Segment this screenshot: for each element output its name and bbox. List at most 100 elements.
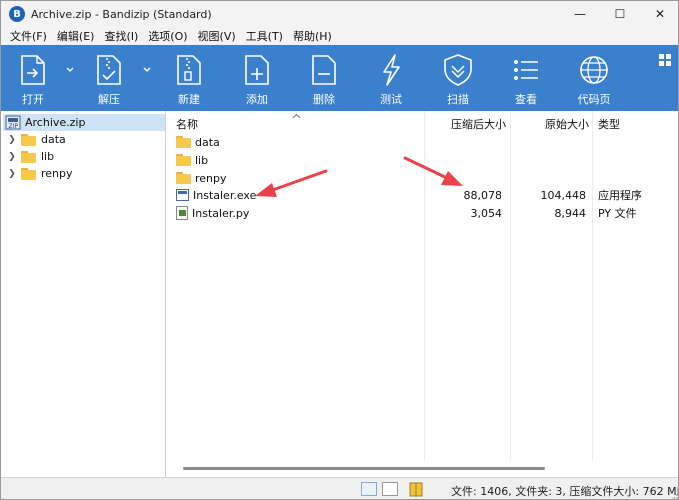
column-header-original[interactable]: 原始大小 <box>511 114 589 134</box>
codepage-icon <box>578 53 610 87</box>
title-bar: B Archive.zip - Bandizip (Standard) — ☐ … <box>1 1 678 27</box>
menu-file[interactable]: 文件(F) <box>5 28 52 44</box>
add-icon <box>242 53 272 87</box>
file-type <box>598 133 678 151</box>
toolbar: 打开 解压 新建 添加 删除 测试 扫描 查看 代码页 <box>1 45 678 111</box>
folder-icon <box>176 154 191 166</box>
open-label: 打开 <box>22 93 44 106</box>
compressed-size <box>425 169 502 187</box>
chevron-right-icon[interactable]: ❯ <box>7 135 17 145</box>
details-view-icon[interactable] <box>361 482 377 496</box>
column-header-original-label: 原始大小 <box>545 118 589 131</box>
tree-item-lib[interactable]: ❯ lib <box>1 148 54 165</box>
table-row[interactable]: Instaler.py 3,054 8,944 PY 文件 <box>171 204 678 222</box>
table-row[interactable]: lib <box>171 151 678 169</box>
new-archive-icon <box>174 53 204 87</box>
open-button[interactable]: 打开 <box>11 45 55 111</box>
view-label: 查看 <box>515 93 537 106</box>
original-size: 8,944 <box>554 206 587 220</box>
extract-icon <box>94 53 124 87</box>
new-archive-label: 新建 <box>178 93 200 106</box>
menu-find[interactable]: 查找(I) <box>99 28 143 44</box>
original-size <box>511 151 586 169</box>
status-text: 文件: 1406, 文件夹: 3, 压缩文件大小: 762 MB <box>451 485 679 498</box>
column-header-name-label: 名称 <box>176 118 198 131</box>
menu-tools[interactable]: 工具(T) <box>241 28 288 44</box>
folder-icon <box>21 133 36 146</box>
file-type <box>598 169 678 187</box>
file-name: renpy <box>195 171 227 185</box>
folder-icon <box>21 167 36 180</box>
codepage-button[interactable]: 代码页 <box>570 45 618 111</box>
scrollbar-thumb[interactable] <box>183 467 545 470</box>
tree-root-label: Archive.zip <box>25 116 86 129</box>
file-name: lib <box>195 153 209 167</box>
scan-icon <box>441 53 475 87</box>
close-button[interactable]: ✕ <box>640 1 678 27</box>
chevron-right-icon[interactable]: ❯ <box>7 169 17 179</box>
column-header-compressed-label: 压缩后大小 <box>451 118 506 131</box>
compressed-size: 88,078 <box>463 188 503 202</box>
file-name: Instaler.py <box>192 206 250 220</box>
delete-button[interactable]: 删除 <box>302 45 346 111</box>
archive-info-icon[interactable] <box>409 482 423 497</box>
tree-item-label: renpy <box>41 167 73 180</box>
bandizip-logo-icon: B <box>9 6 25 22</box>
chevron-right-icon[interactable]: ❯ <box>7 152 17 162</box>
tree-item-label: data <box>41 133 66 146</box>
view-icon <box>511 53 541 87</box>
open-icon <box>18 53 48 87</box>
delete-label: 删除 <box>313 93 335 106</box>
new-archive-button[interactable]: 新建 <box>167 45 211 111</box>
menu-view[interactable]: 视图(V) <box>193 28 241 44</box>
status-bar: 文件: 1406, 文件夹: 3, 压缩文件大小: 762 MB <box>1 477 679 499</box>
file-type: PY 文件 <box>598 207 637 220</box>
table-row[interactable]: renpy <box>171 169 678 187</box>
tree-root-archive[interactable]: ZIP Archive.zip <box>3 114 165 131</box>
file-name: data <box>195 135 220 149</box>
svg-text:ZIP: ZIP <box>9 123 19 130</box>
column-header-type[interactable]: 类型 <box>598 114 678 134</box>
maximize-button[interactable]: ☐ <box>600 1 640 27</box>
sort-ascending-icon <box>292 113 301 119</box>
extract-dropdown-icon[interactable] <box>142 65 152 75</box>
folder-icon <box>21 150 36 163</box>
menu-help[interactable]: 帮助(H) <box>288 28 337 44</box>
compressed-size <box>425 133 502 151</box>
view-button[interactable]: 查看 <box>504 45 548 111</box>
horizontal-scrollbar[interactable] <box>171 461 678 477</box>
scan-button[interactable]: 扫描 <box>436 45 480 111</box>
tree-item-renpy[interactable]: ❯ renpy <box>1 165 73 182</box>
delete-icon <box>309 53 339 87</box>
test-icon <box>376 53 406 87</box>
bandizip-window: B Archive.zip - Bandizip (Standard) — ☐ … <box>0 0 679 500</box>
menu-bar: 文件(F) 编辑(E) 查找(I) 选项(O) 视图(V) 工具(T) 帮助(H… <box>1 27 678 45</box>
original-size <box>511 133 586 151</box>
compressed-size: 3,054 <box>470 206 503 220</box>
open-dropdown-icon[interactable] <box>65 65 75 75</box>
extract-label: 解压 <box>98 93 120 106</box>
list-view-icon[interactable] <box>382 482 398 496</box>
add-button[interactable]: 添加 <box>235 45 279 111</box>
menu-edit[interactable]: 编辑(E) <box>52 28 100 44</box>
toolbar-settings-icon[interactable] <box>658 53 672 67</box>
resize-grip-icon[interactable] <box>670 491 678 499</box>
file-type: 应用程序 <box>598 189 642 202</box>
test-button[interactable]: 测试 <box>369 45 413 111</box>
table-row[interactable]: Instaler.exe 88,078 104,448 应用程序 <box>171 186 678 204</box>
original-size: 104,448 <box>540 188 587 202</box>
minimize-button[interactable]: — <box>560 1 600 27</box>
test-label: 测试 <box>380 93 402 106</box>
exe-file-icon <box>176 189 189 201</box>
tree-item-data[interactable]: ❯ data <box>1 131 66 148</box>
extract-button[interactable]: 解压 <box>87 45 131 111</box>
menu-options[interactable]: 选项(O) <box>143 28 192 44</box>
column-header-compressed[interactable]: 压缩后大小 <box>425 114 506 134</box>
codepage-label: 代码页 <box>577 93 611 106</box>
python-file-icon <box>176 206 188 220</box>
file-name: Instaler.exe <box>193 188 257 202</box>
scan-label: 扫描 <box>447 93 469 106</box>
column-header-type-label: 类型 <box>598 118 620 131</box>
table-row[interactable]: data <box>171 133 678 151</box>
folder-tree: ZIP Archive.zip ❯ data ❯ lib ❯ renpy <box>1 111 166 477</box>
